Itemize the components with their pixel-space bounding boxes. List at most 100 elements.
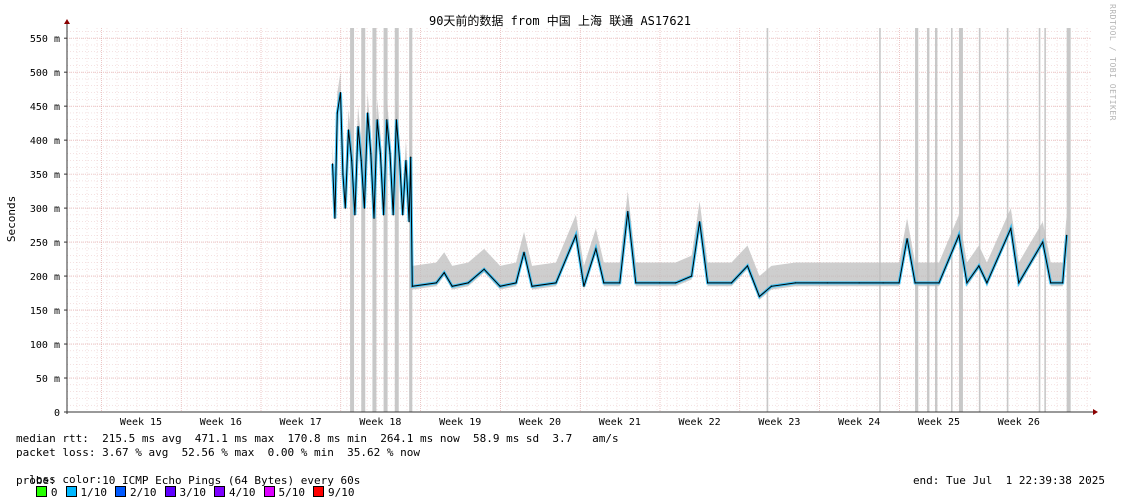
legend-entry: 0: [35, 486, 58, 499]
median-point: [336, 112, 338, 114]
y-tick-label: 100 m: [30, 340, 60, 351]
y-tick-label: 150 m: [30, 306, 60, 317]
median-point: [858, 282, 860, 284]
median-point: [1042, 241, 1044, 243]
legend-entry: 5/10: [263, 486, 306, 499]
median-point: [376, 119, 378, 121]
median-point: [770, 285, 773, 287]
median-point: [395, 119, 397, 121]
median-point: [402, 214, 404, 216]
median-point: [1050, 282, 1052, 284]
loss-spike: [372, 28, 377, 412]
legend-entry: 9/10: [313, 486, 355, 499]
x-tick-label: Week 17: [280, 417, 322, 428]
median-rtt-stats: median rtt: 215.5 ms avg 471.1 ms max 17…: [16, 432, 619, 445]
y-tick-label: 450 m: [30, 102, 60, 113]
median-point: [603, 282, 605, 284]
median-point: [675, 282, 677, 284]
median-point: [1010, 227, 1012, 230]
median-point: [794, 282, 796, 284]
loss-spike: [978, 28, 981, 412]
legend-label: 5/10: [278, 486, 306, 499]
x-tick-label: Week 19: [439, 417, 481, 428]
median-point: [410, 156, 412, 158]
loss-spike: [950, 28, 953, 412]
loss-spike: [1038, 28, 1041, 412]
median-point: [659, 282, 661, 284]
x-tick-labels: Week 15 Week 16 Week 17 Week 18 Week 19 Week …: [120, 417, 1040, 428]
median-point: [882, 282, 884, 284]
legend-swatch: [164, 486, 176, 497]
median-point: [583, 285, 585, 287]
median-point: [451, 285, 453, 287]
median-point: [627, 210, 629, 213]
median-point: [357, 125, 359, 128]
loss-spike: [1044, 28, 1046, 412]
loss-spikes: [350, 28, 1071, 412]
median-point: [595, 248, 597, 250]
legend-entry: 2/10: [115, 486, 157, 499]
legend-swatch: [313, 486, 324, 497]
median-point: [730, 282, 733, 284]
x-tick-label: Week 18: [359, 417, 401, 428]
legend-swatch: [214, 486, 225, 497]
y-tick-labels: 0 50 m 100 m 150 m 200 m 250 m 300 m 350 m 400 m…: [30, 34, 67, 419]
legend-label: 1/10: [80, 486, 108, 499]
legend-swatch: [65, 486, 77, 497]
legend-entry: 4/10: [214, 486, 256, 499]
median-point: [392, 214, 394, 216]
median-point: [363, 207, 366, 209]
median-point: [515, 282, 517, 284]
y-axis-label: Seconds: [5, 196, 18, 242]
median-point: [555, 282, 557, 284]
median-point: [408, 221, 410, 223]
legend-label: 2/10: [130, 486, 157, 499]
loss-spike: [1066, 28, 1071, 412]
median-point: [483, 268, 485, 270]
legend-swatch: [115, 486, 126, 497]
median-point: [331, 163, 334, 165]
y-tick-label: 550 m: [30, 34, 60, 45]
y-tick-label: 200 m: [30, 272, 60, 283]
median-point: [405, 159, 407, 162]
median-point: [958, 234, 960, 236]
y-tick-label: 500 m: [30, 68, 60, 79]
median-point: [435, 282, 437, 284]
median-point: [1062, 282, 1064, 284]
median-point: [370, 153, 372, 155]
median-point: [914, 282, 916, 284]
loss-spike: [915, 28, 919, 412]
chart-axes: [64, 19, 1098, 415]
loss-spike: [350, 28, 355, 412]
median-point: [978, 265, 980, 267]
probe-info: probe: 10 ICMP Echo Pings (64 Bytes) eve…: [16, 474, 361, 487]
median-point: [619, 282, 621, 284]
median-point: [691, 275, 693, 277]
x-tick-label: Week 16: [200, 417, 242, 428]
median-point: [575, 234, 577, 236]
loss-spike: [927, 28, 930, 412]
median-point: [826, 282, 828, 284]
loss-spike: [766, 28, 769, 412]
loss-spike: [361, 28, 366, 412]
x-tick-label: Week 23: [758, 417, 800, 428]
legend-label: 0: [50, 486, 58, 499]
median-point: [360, 159, 362, 162]
median-point: [373, 217, 375, 219]
loss-spike: [935, 28, 938, 412]
legend-label: 3/10: [179, 486, 207, 499]
median-point: [351, 159, 353, 162]
y-tick-label: 300 m: [30, 204, 60, 215]
median-point: [367, 112, 369, 114]
median-point: [906, 238, 908, 240]
x-tick-label: Week 21: [599, 417, 641, 428]
legend-swatch: [35, 486, 47, 497]
loss-spike: [879, 28, 881, 412]
x-tick-label: Week 22: [679, 417, 721, 428]
median-point: [1018, 282, 1020, 284]
x-axis-arrow: [1093, 409, 1098, 415]
median-point: [386, 119, 388, 121]
median-point: [379, 153, 381, 155]
median-point: [523, 251, 525, 253]
x-tick-label: Week 26: [998, 417, 1040, 428]
